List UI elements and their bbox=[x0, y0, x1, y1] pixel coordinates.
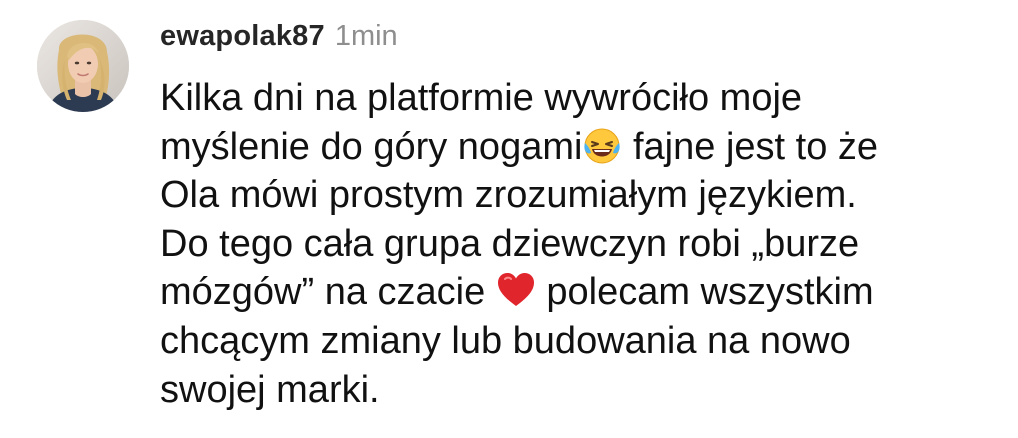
comment-text-segment: Do tego cała grupa dziewczyn robi „burze bbox=[160, 222, 860, 265]
comment-line: mózgów” na czacie polecam wszystkim bbox=[160, 268, 1010, 317]
comment-text-segment: mózgów” na czacie bbox=[160, 271, 496, 314]
comment-text-segment: fajne jest to że bbox=[622, 125, 879, 168]
comment-text-segment: Kilka dni na platformie wywróciło moje bbox=[160, 77, 803, 119]
comment-text-segment: myślenie do góry nogami bbox=[160, 125, 583, 168]
comment: ewapolak87 1min Kilka dni na platformie … bbox=[0, 0, 1018, 438]
comment-header: ewapolak87 1min bbox=[160, 20, 398, 60]
comment-line: Ola mówi prostym zrozumiałym językiem. bbox=[160, 171, 1010, 220]
comment-text-segment: swojej marki. bbox=[160, 368, 380, 411]
comment-text-segment: chcącym zmiany lub budowania na nowo bbox=[160, 319, 851, 362]
comment-line: Do tego cała grupa dziewczyn robi „burze bbox=[160, 220, 1010, 269]
comment-line: Kilka dni na platformie wywróciło moje bbox=[160, 74, 1010, 123]
username[interactable]: ewapolak87 bbox=[160, 20, 325, 53]
avatar[interactable] bbox=[37, 20, 129, 112]
face-with-tears-of-joy-icon bbox=[582, 125, 622, 165]
timestamp: 1min bbox=[334, 20, 398, 52]
comment-text: Kilka dni na platformie wywróciło moje m… bbox=[160, 74, 1010, 414]
comment-text-segment: Ola mówi prostym zrozumiałym językiem. bbox=[160, 174, 857, 217]
comment-text-segment: polecam wszystkim bbox=[535, 271, 874, 314]
red-heart-icon bbox=[496, 270, 536, 310]
comment-line: chcącym zmiany lub budowania na nowo bbox=[160, 317, 1010, 366]
comment-line: swojej marki. bbox=[160, 366, 1010, 415]
comment-line: myślenie do góry nogami fajne jest to że bbox=[160, 123, 1010, 172]
avatar-photo bbox=[37, 20, 129, 112]
